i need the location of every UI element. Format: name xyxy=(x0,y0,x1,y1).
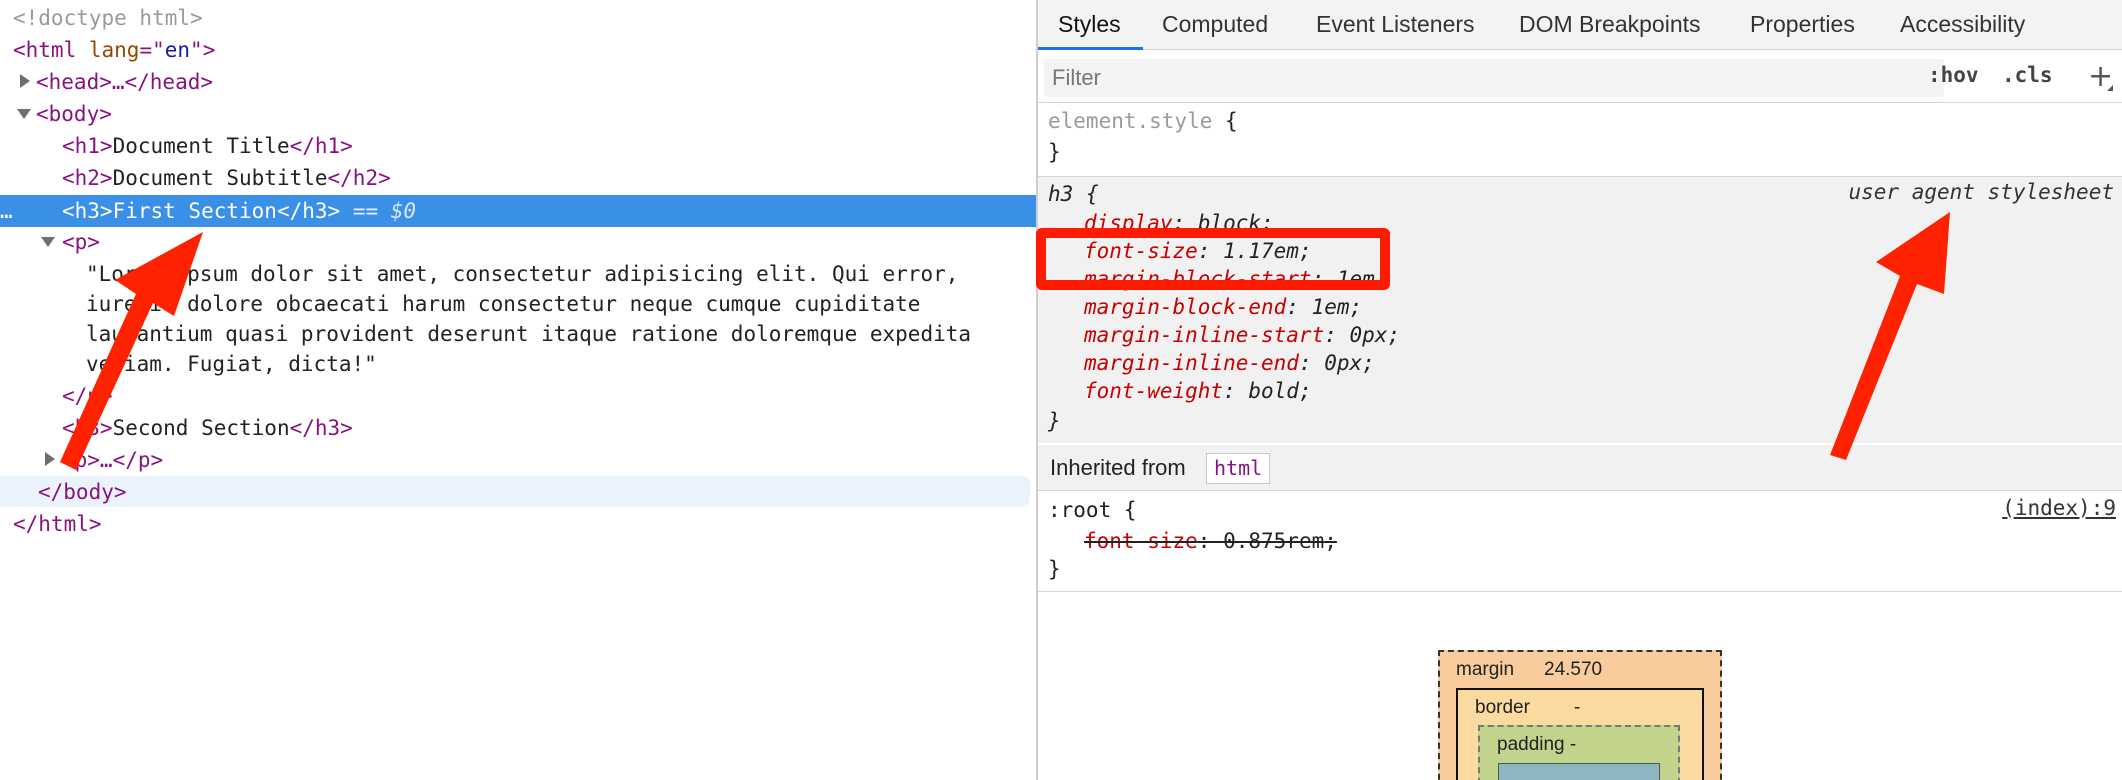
annotation-arrow-right xyxy=(1830,212,1950,460)
annotation-arrow-left xyxy=(60,232,203,470)
annotation-arrows xyxy=(60,212,1950,470)
